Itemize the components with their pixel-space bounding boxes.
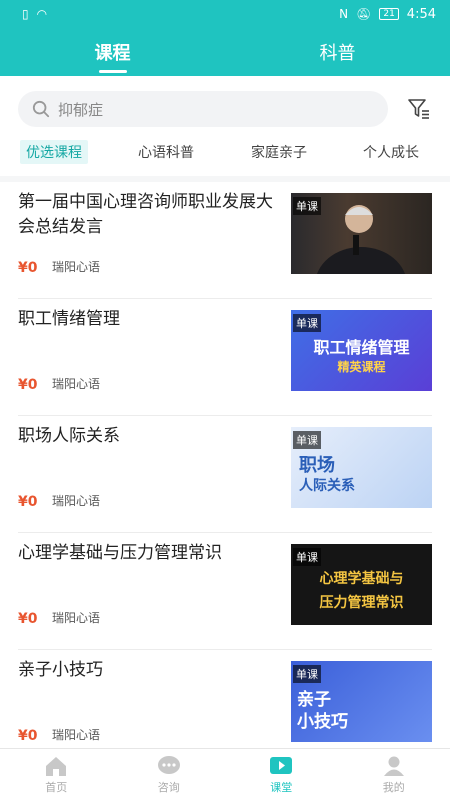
sim-icon: ▯ bbox=[22, 7, 29, 21]
course-price: ¥0 bbox=[18, 611, 38, 627]
course-list: 第一届中国心理咨询师职业发展大会总结发言 ¥0 瑞阳心语 单课 职工情绪管理 ¥… bbox=[0, 182, 450, 767]
course-source: 瑞阳心语 bbox=[52, 260, 101, 274]
category-tabs: 优选课程 心语科普 家庭亲子 个人成长 bbox=[0, 140, 450, 166]
course-price: ¥0 bbox=[18, 260, 38, 276]
wifi-icon: ◠ bbox=[36, 7, 48, 21]
category-featured[interactable]: 优选课程 bbox=[20, 140, 88, 164]
top-tabs: 课程 科普 bbox=[0, 28, 450, 76]
course-title: 第一届中国心理咨询师职业发展大会总结发言 bbox=[18, 192, 273, 237]
course-badge: 单课 bbox=[293, 665, 321, 683]
nav-label: 课堂 bbox=[270, 780, 293, 794]
course-thumbnail: 单课 亲子 小技巧 bbox=[291, 661, 432, 742]
filter-button[interactable] bbox=[406, 96, 432, 122]
tab-courses[interactable]: 课程 bbox=[0, 28, 225, 76]
category-family[interactable]: 家庭亲子 bbox=[251, 142, 307, 162]
course-thumbnail: 单课 职工情绪管理 精英课程 bbox=[291, 310, 432, 391]
thumbnail-subtitle: 人际关系 bbox=[299, 478, 355, 494]
status-bar: ▯ ◠ N 🔕︎ 21 4:54 bbox=[0, 0, 450, 28]
category-science[interactable]: 心语科普 bbox=[138, 142, 194, 162]
thumbnail-subtitle: 精英课程 bbox=[337, 360, 386, 374]
nav-profile[interactable]: 我的 bbox=[338, 749, 450, 800]
status-time: 4:54 bbox=[406, 6, 436, 22]
thumbnail-title: 心理学基础与 bbox=[319, 571, 404, 587]
course-title: 职工情绪管理 bbox=[18, 309, 120, 329]
tab-science[interactable]: 科普 bbox=[225, 28, 450, 76]
course-price: ¥0 bbox=[18, 494, 38, 510]
battery-icon: 21 bbox=[379, 8, 399, 20]
user-icon bbox=[383, 756, 404, 776]
course-price: ¥0 bbox=[18, 377, 38, 393]
mute-icon: 🔕︎ bbox=[356, 7, 372, 21]
filter-icon bbox=[408, 99, 430, 119]
course-item[interactable]: 职场人际关系 ¥0 瑞阳心语 单课 职场 人际关系 bbox=[18, 416, 432, 533]
course-thumbnail: 单课 心理学基础与 压力管理常识 bbox=[291, 544, 432, 625]
bottom-nav: 首页 咨询 课堂 我的 bbox=[0, 748, 450, 800]
search-input[interactable]: 抑郁症 bbox=[18, 91, 389, 127]
search-icon bbox=[32, 100, 50, 118]
course-title: 职场人际关系 bbox=[18, 426, 120, 446]
course-item[interactable]: 职工情绪管理 ¥0 瑞阳心语 单课 职工情绪管理 精英课程 bbox=[18, 299, 432, 416]
course-badge: 单课 bbox=[293, 197, 321, 215]
course-item[interactable]: 第一届中国心理咨询师职业发展大会总结发言 ¥0 瑞阳心语 单课 bbox=[18, 182, 432, 299]
chat-icon bbox=[157, 755, 180, 774]
thumbnail-title: 职工情绪管理 bbox=[313, 338, 410, 357]
course-thumbnail: 单课 职场 人际关系 bbox=[291, 427, 432, 508]
thumbnail-subtitle: 压力管理常识 bbox=[319, 595, 404, 611]
course-source: 瑞阳心语 bbox=[52, 611, 101, 625]
nav-home[interactable]: 首页 bbox=[0, 749, 113, 800]
course-badge: 单课 bbox=[293, 314, 321, 332]
nfc-icon: N bbox=[339, 7, 349, 21]
course-thumbnail: 单课 bbox=[291, 193, 432, 274]
course-source: 瑞阳心语 bbox=[52, 728, 101, 742]
nav-classroom[interactable]: 课堂 bbox=[225, 749, 338, 800]
course-title: 亲子小技巧 bbox=[18, 660, 103, 680]
search-text: 抑郁症 bbox=[58, 100, 104, 119]
nav-label: 咨询 bbox=[157, 780, 180, 794]
nav-label: 首页 bbox=[45, 780, 68, 794]
play-icon bbox=[270, 756, 293, 774]
thumbnail-subtitle: 小技巧 bbox=[297, 712, 348, 732]
search-row: 抑郁症 bbox=[18, 90, 432, 128]
nav-consult[interactable]: 咨询 bbox=[113, 749, 226, 800]
home-icon bbox=[46, 756, 67, 776]
thumbnail-title: 职场 bbox=[299, 455, 335, 476]
course-badge: 单课 bbox=[293, 431, 321, 449]
course-item[interactable]: 心理学基础与压力管理常识 ¥0 瑞阳心语 单课 心理学基础与 压力管理常识 bbox=[18, 533, 432, 650]
nav-label: 我的 bbox=[382, 780, 405, 794]
course-badge: 单课 bbox=[293, 548, 321, 566]
course-source: 瑞阳心语 bbox=[52, 494, 101, 508]
course-source: 瑞阳心语 bbox=[52, 377, 101, 391]
category-growth[interactable]: 个人成长 bbox=[363, 142, 419, 162]
course-price: ¥0 bbox=[18, 728, 38, 744]
course-title: 心理学基础与压力管理常识 bbox=[18, 543, 222, 563]
